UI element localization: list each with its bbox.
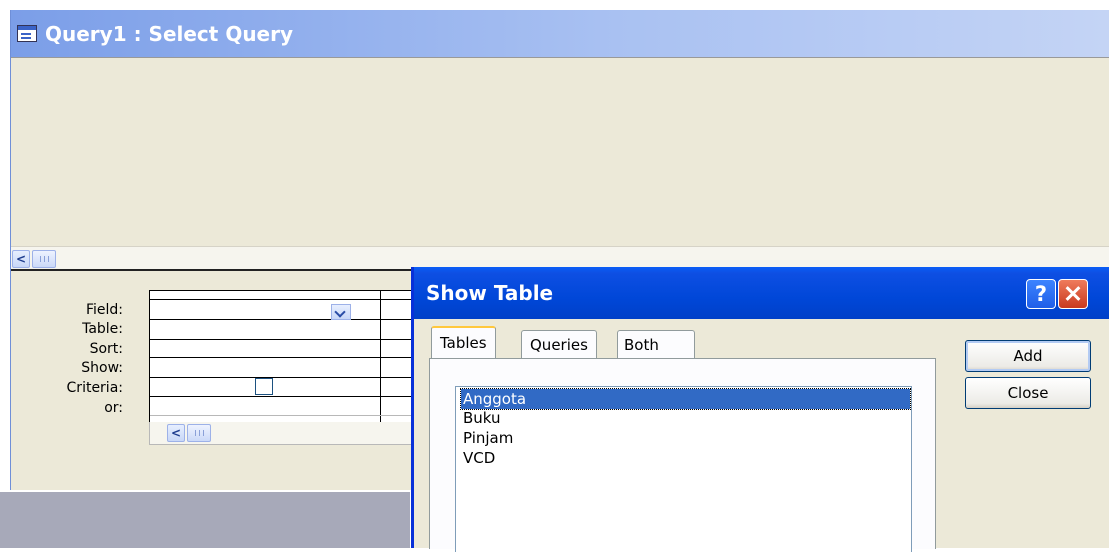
list-item[interactable]: Buku [461, 408, 910, 428]
criteria-row-label: Criteria: [66, 380, 123, 396]
grid-line [150, 396, 430, 397]
query-window-icon [17, 25, 37, 42]
close-icon[interactable] [1058, 279, 1088, 309]
design-grid-scrollbar[interactable]: < [149, 422, 431, 445]
add-button[interactable]: Add [965, 340, 1091, 372]
question-icon[interactable]: ? [1026, 279, 1056, 309]
or-row-label: or: [104, 400, 123, 416]
field-row-label: Field: [85, 302, 123, 318]
query-window-title: Query1 : Select Query [45, 21, 294, 46]
list-item[interactable]: Pinjam [461, 428, 910, 448]
list-item[interactable]: Anggota [460, 388, 911, 410]
table-pane[interactable] [11, 57, 1109, 247]
grid-line [150, 339, 430, 340]
table-pane-scrollbar[interactable]: < [11, 246, 1109, 269]
close-button[interactable]: Close [965, 377, 1091, 409]
show-table-titlebar[interactable]: Show Table ? [414, 267, 1109, 319]
show-table-dialog: Show Table ? Tables Queries Both Anggota… [411, 267, 1109, 552]
tab-panel: Anggota Buku Pinjam VCD [429, 358, 936, 552]
sort-row-label: Sort: [89, 341, 123, 357]
tab-queries[interactable]: Queries [521, 330, 597, 359]
tab-tables[interactable]: Tables [431, 326, 496, 360]
grid-line [150, 377, 430, 378]
table-list[interactable]: Anggota Buku Pinjam VCD [455, 386, 912, 552]
chevron-left-icon[interactable]: < [167, 424, 185, 442]
scroll-thumb[interactable] [32, 250, 56, 268]
chevron-down-icon[interactable] [331, 304, 351, 320]
design-grid[interactable] [149, 290, 431, 424]
scroll-thumb[interactable] [187, 424, 211, 442]
mdi-background [0, 492, 410, 548]
show-checkbox[interactable] [255, 378, 273, 395]
tab-both[interactable]: Both [617, 330, 695, 359]
dialog-title: Show Table [426, 281, 554, 305]
query-window-titlebar[interactable]: Query1 : Select Query [11, 10, 1109, 57]
show-row-label: Show: [81, 360, 123, 376]
grid-line [150, 357, 430, 358]
column-selector[interactable] [150, 291, 430, 300]
grid-line [150, 415, 430, 416]
grid-line [150, 319, 430, 320]
list-item[interactable]: VCD [461, 448, 910, 468]
chevron-left-icon[interactable]: < [12, 250, 30, 268]
table-row-label: Table: [82, 321, 123, 337]
